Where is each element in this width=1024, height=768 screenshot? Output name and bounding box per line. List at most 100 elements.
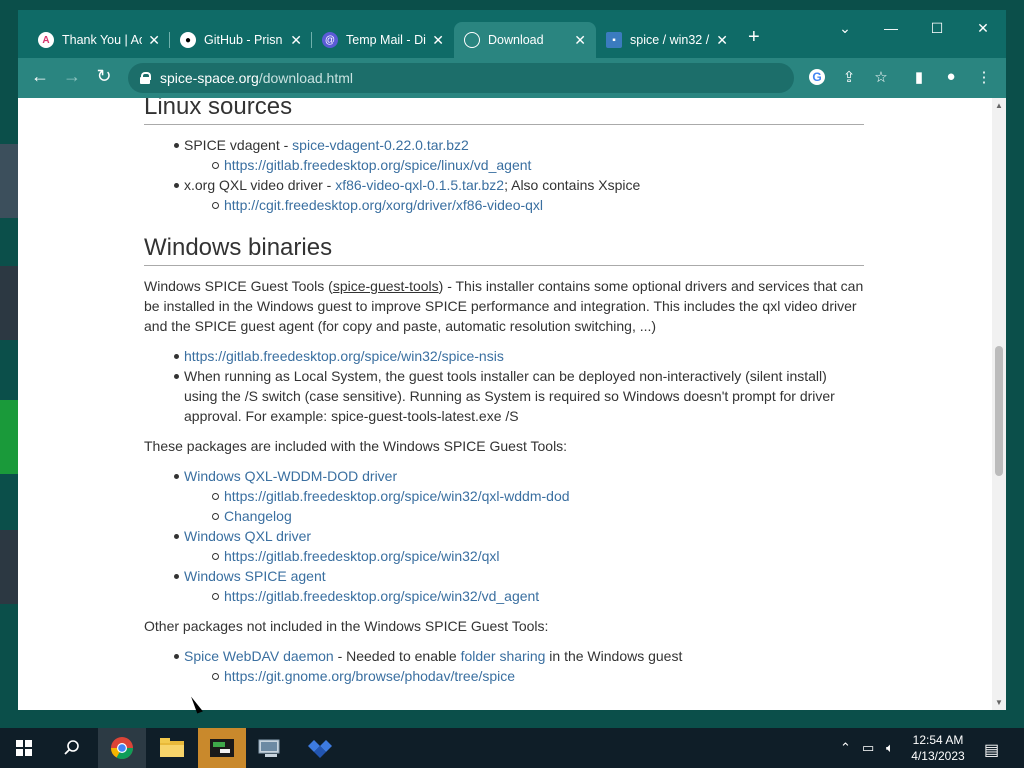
list-item: Spice WebDAV daemon - Needed to enable f… <box>144 646 864 666</box>
lock-icon[interactable] <box>140 72 151 84</box>
windows-logo-icon <box>16 740 32 756</box>
qxl-repo-link[interactable]: http://cgit.freedesktop.org/xorg/driver/… <box>224 197 543 213</box>
close-icon[interactable]: ✕ <box>716 32 728 49</box>
list-item: https://gitlab.freedesktop.org/spice/win… <box>144 546 864 566</box>
qxl-windows-repo-link[interactable]: https://gitlab.freedesktop.org/spice/win… <box>224 548 500 564</box>
list-item: Windows SPICE agent <box>144 566 864 586</box>
tab-title: GitHub - Prisn <box>204 33 283 47</box>
list-item: https://gitlab.freedesktop.org/spice/win… <box>144 346 864 366</box>
google-icon[interactable]: G <box>806 68 828 85</box>
list-item: https://gitlab.freedesktop.org/spice/lin… <box>144 155 864 175</box>
tab-title: Thank You | Ac <box>62 33 143 47</box>
new-tab-button[interactable]: + <box>748 26 760 49</box>
taskbar-clock[interactable]: 12:54 AM 4/13/2023 <box>906 732 970 764</box>
linux-sources-list: SPICE vdagent - spice-vdagent-0.22.0.tar… <box>144 135 864 215</box>
search-button[interactable] <box>48 728 96 768</box>
tab-title: Temp Mail - Di <box>346 33 426 47</box>
forward-icon[interactable]: → <box>60 66 84 87</box>
list-item: http://cgit.freedesktop.org/xorg/driver/… <box>144 195 864 215</box>
close-icon[interactable]: ✕ <box>148 32 160 49</box>
chevron-up-icon[interactable]: ⌃ <box>840 740 851 756</box>
arc-logo-icon: A <box>38 32 54 48</box>
included-packages-list: Windows QXL-WDDM-DOD driver https://gitl… <box>144 466 864 606</box>
desktop-tile <box>0 144 18 218</box>
other-packages-list: Spice WebDAV daemon - Needed to enable f… <box>144 646 864 686</box>
browser-toolbar: ← → ↻ spice-space.org/download.html G ⇪ … <box>18 58 1006 98</box>
local-system-note: When running as Local System, the guest … <box>184 368 835 424</box>
globe-icon <box>464 32 480 48</box>
spice-guest-tools-link[interactable]: spice-guest-tools <box>333 278 439 294</box>
list-item: https://gitlab.freedesktop.org/spice/win… <box>144 486 864 506</box>
desktop-tile <box>0 266 18 340</box>
clock-date: 4/13/2023 <box>911 749 965 763</box>
vdagent-repo-link[interactable]: https://gitlab.freedesktop.org/spice/lin… <box>224 157 531 173</box>
close-icon[interactable]: ✕ <box>574 32 586 49</box>
temp-mail-icon: @ <box>322 32 338 48</box>
wddm-driver-link[interactable]: Windows QXL-WDDM-DOD driver <box>184 468 397 484</box>
network-icon[interactable]: ▭ <box>862 740 874 756</box>
scroll-up-icon[interactable]: ▲ <box>995 101 1003 110</box>
page-content: Linux sources SPICE vdagent - spice-vdag… <box>144 98 864 686</box>
url-path: /download.html <box>258 70 353 86</box>
guest-tools-prefix: Windows SPICE Guest Tools ( <box>144 278 333 294</box>
remote-desktop-taskbar-item[interactable] <box>246 728 294 768</box>
qxl-download-link[interactable]: xf86-video-qxl-0.1.5.tar.bz2 <box>335 177 504 193</box>
tab-github[interactable]: ● GitHub - Prisn ✕ <box>170 22 312 58</box>
address-bar[interactable]: spice-space.org/download.html <box>128 63 794 93</box>
tab-temp-mail[interactable]: @ Temp Mail - Di ✕ <box>312 22 454 58</box>
list-item: Windows QXL-WDDM-DOD driver <box>144 466 864 486</box>
notifications-icon[interactable]: ▤ <box>984 740 999 760</box>
included-intro: These packages are included with the Win… <box>144 438 568 454</box>
webdav-daemon-link[interactable]: Spice WebDAV daemon <box>184 648 334 664</box>
list-item: SPICE vdagent - spice-vdagent-0.22.0.tar… <box>144 135 864 155</box>
phodav-repo-link[interactable]: https://git.gnome.org/browse/phodav/tree… <box>224 668 515 684</box>
bookmark-star-icon[interactable]: ☆ <box>870 68 892 86</box>
maximize-button[interactable]: ☐ <box>922 20 952 37</box>
gitlab-icon: ▪ <box>606 32 622 48</box>
spice-nsis-link[interactable]: https://gitlab.freedesktop.org/spice/win… <box>184 348 504 364</box>
share-icon[interactable]: ⇪ <box>838 68 860 86</box>
list-item: Windows QXL driver <box>144 526 864 546</box>
tab-spice-win32[interactable]: ▪ spice / win32 / ✕ <box>596 22 738 58</box>
spice-agent-repo-link[interactable]: https://gitlab.freedesktop.org/spice/win… <box>224 588 539 604</box>
reload-icon[interactable]: ↻ <box>92 66 116 87</box>
changelog-link[interactable]: Changelog <box>224 508 292 524</box>
minimize-button[interactable]: — <box>876 20 906 36</box>
list-item: Changelog <box>144 506 864 526</box>
chrome-taskbar-item[interactable] <box>98 728 146 768</box>
vdagent-download-link[interactable]: spice-vdagent-0.22.0.tar.bz2 <box>292 137 469 153</box>
close-icon[interactable]: ✕ <box>290 32 302 49</box>
qxl-suffix: ; Also contains Xspice <box>504 177 641 193</box>
scroll-down-icon[interactable]: ▼ <box>995 698 1003 707</box>
spice-agent-link[interactable]: Windows SPICE agent <box>184 568 326 584</box>
side-panel-icon[interactable]: ▮ <box>908 68 930 86</box>
tab-thank-you[interactable]: A Thank You | Ac ✕ <box>28 22 170 58</box>
list-item: https://gitlab.freedesktop.org/spice/win… <box>144 586 864 606</box>
tab-download[interactable]: Download ✕ <box>454 22 596 58</box>
menu-kebab-icon[interactable]: ⋮ <box>973 68 995 86</box>
chrome-icon <box>111 737 133 759</box>
page-viewport: Linux sources SPICE vdagent - spice-vdag… <box>18 98 992 710</box>
scrollbar-thumb[interactable] <box>995 346 1003 476</box>
computer-icon <box>258 739 280 757</box>
qxl-windows-driver-link[interactable]: Windows QXL driver <box>184 528 311 544</box>
back-icon[interactable]: ← <box>28 66 52 87</box>
start-button[interactable] <box>0 728 48 768</box>
page-scrollbar[interactable]: ▲ ▼ <box>992 98 1006 710</box>
volume-icon[interactable]: 🔈︎ <box>886 740 894 756</box>
tab-search-icon[interactable]: ⌄ <box>830 20 860 37</box>
close-window-button[interactable]: ✕ <box>968 20 998 37</box>
webdav-suffix: in the Windows guest <box>545 648 683 664</box>
linux-sources-heading: Linux sources <box>144 98 864 125</box>
app2-taskbar-item[interactable] <box>296 728 344 768</box>
profile-icon[interactable]: ● <box>940 68 962 85</box>
app-taskbar-item[interactable] <box>198 728 246 768</box>
guest-tools-list: https://gitlab.freedesktop.org/spice/win… <box>144 346 864 426</box>
folder-icon <box>160 738 184 757</box>
list-item: x.org QXL video driver - xf86-video-qxl-… <box>144 175 864 195</box>
wddm-repo-link[interactable]: https://gitlab.freedesktop.org/spice/win… <box>224 488 570 504</box>
folder-sharing-link[interactable]: folder sharing <box>461 648 546 664</box>
file-explorer-taskbar-item[interactable] <box>148 728 196 768</box>
close-icon[interactable]: ✕ <box>432 32 444 49</box>
github-icon: ● <box>180 32 196 48</box>
